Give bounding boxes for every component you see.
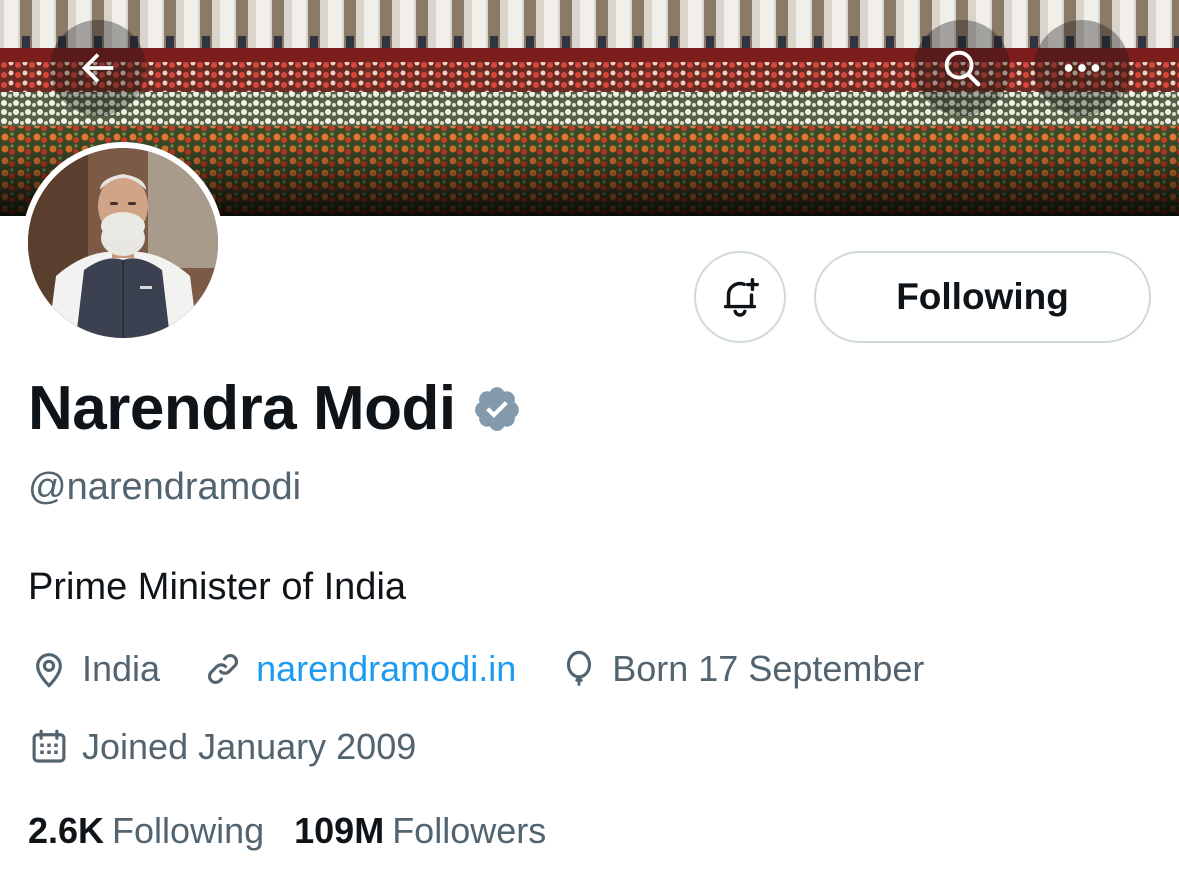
more-horizontal-icon xyxy=(1064,64,1100,72)
followers-label: Followers xyxy=(392,810,547,851)
profile-joined-row: Joined January 2009 xyxy=(28,726,458,768)
username-handle: @narendramodi xyxy=(28,466,302,508)
link-icon xyxy=(208,653,239,685)
profile-name-row: Narendra Modi xyxy=(28,378,522,440)
profile-stats: 2.6K Following 109M Followers xyxy=(28,810,576,852)
website-link[interactable]: narendramodi.in xyxy=(256,648,516,690)
following-count: 2.6K xyxy=(28,810,105,851)
bell-plus-icon xyxy=(723,278,759,317)
arrow-left-icon xyxy=(81,53,114,83)
notifications-button[interactable] xyxy=(694,251,786,343)
joined-text: Joined January 2009 xyxy=(82,726,417,767)
avatar-photo xyxy=(28,148,218,338)
display-name: Narendra Modi xyxy=(28,374,456,443)
location-pin-icon xyxy=(36,653,62,688)
meta-location: India xyxy=(28,648,160,690)
birthday-text: Born 17 September xyxy=(612,648,925,689)
following-label: Following xyxy=(112,810,265,851)
profile-avatar[interactable] xyxy=(22,142,224,344)
followers-count: 109M xyxy=(294,810,385,851)
following-button[interactable]: Following xyxy=(814,251,1151,343)
verified-badge-icon[interactable] xyxy=(472,384,522,434)
search-icon xyxy=(944,50,981,87)
profile-meta-row: India narendramodi.in Born 17 September xyxy=(28,648,966,690)
back-button[interactable] xyxy=(50,20,146,116)
calendar-icon xyxy=(32,729,66,763)
following-count-link[interactable]: 2.6K Following xyxy=(28,810,264,852)
followers-count-link[interactable]: 109M Followers xyxy=(294,810,546,852)
profile-bio: Prime Minister of India xyxy=(28,566,407,608)
meta-website[interactable]: narendramodi.in xyxy=(202,648,516,690)
more-options-button[interactable] xyxy=(1034,20,1130,116)
location-text: India xyxy=(82,648,161,689)
following-button-label: Following xyxy=(896,276,1069,317)
balloon-icon xyxy=(567,650,592,686)
meta-joined: Joined January 2009 xyxy=(28,726,416,768)
search-button[interactable] xyxy=(914,20,1010,116)
meta-birthday: Born 17 September xyxy=(558,648,924,690)
